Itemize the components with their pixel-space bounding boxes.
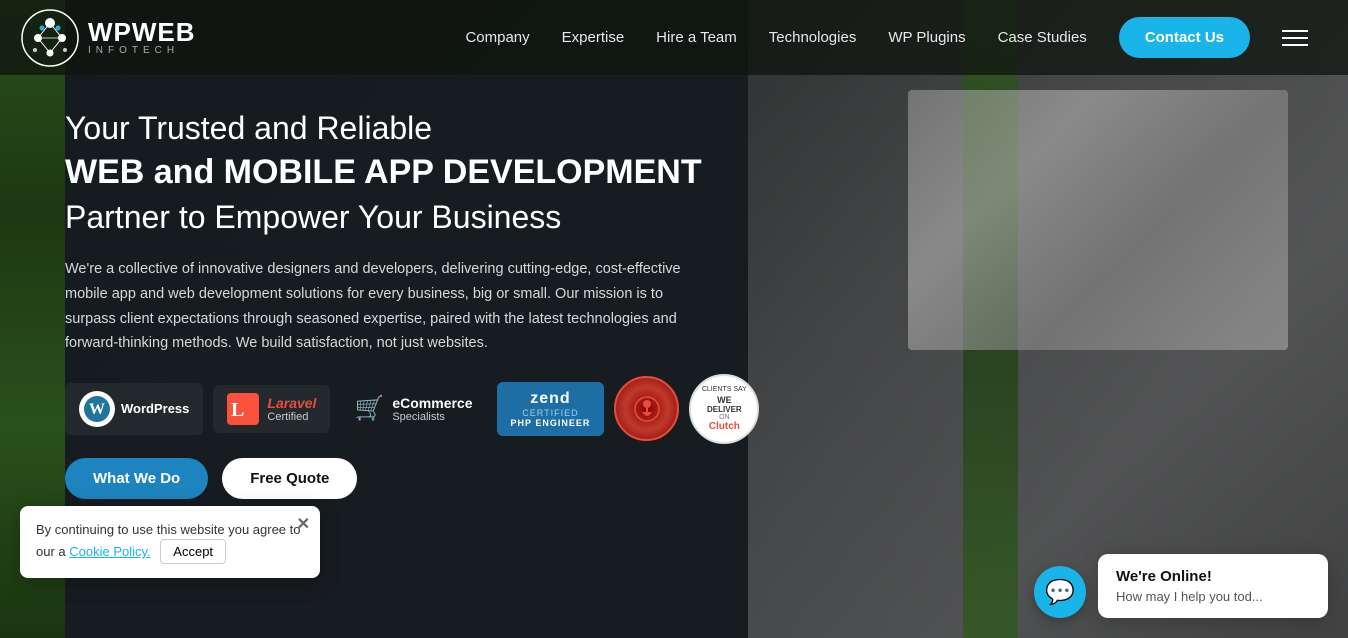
hero-title: Your Trusted and Reliable WEB and MOBILE… [65, 107, 745, 239]
hero-title-line3: Partner to Empower Your Business [65, 199, 561, 235]
hero-description: We're a collective of innovative designe… [65, 257, 685, 356]
nav-hire-team[interactable]: Hire a Team [656, 29, 737, 46]
chat-bubble-button[interactable]: 💬 [1034, 566, 1086, 618]
hamburger-line-1 [1282, 30, 1308, 32]
laravel-icon: L [227, 393, 259, 425]
cookie-policy-link[interactable]: Cookie Policy. [69, 544, 150, 559]
cookie-banner: ✕ By continuing to use this website you … [20, 506, 320, 579]
cta-row: What We Do Free Quote [0, 444, 1348, 499]
ecommerce-text: eCommerce Specialists [392, 395, 472, 423]
logo-icon [20, 8, 80, 68]
ecommerce-sub: Specialists [392, 411, 472, 423]
hamburger-line-3 [1282, 44, 1308, 46]
badges-row: W WordPress L Laravel Certified 🛒 eComme… [0, 356, 1348, 444]
nav-wp-plugins[interactable]: WP Plugins [888, 29, 965, 46]
clutch-we: WE [717, 395, 732, 405]
cookie-accept-button[interactable]: Accept [160, 539, 226, 564]
clutch-name: Clutch [709, 421, 740, 432]
clutch-badge[interactable]: CLIENTS SAY WE DELIVER ON Clutch [689, 374, 759, 444]
chat-title: We're Online! [1116, 568, 1310, 585]
cookie-close-button[interactable]: ✕ [297, 514, 310, 534]
laravel-text: Laravel Certified [267, 395, 316, 423]
logo-sub-text: INFOTECH [88, 45, 196, 57]
logo-main-text: WPWEB [88, 19, 196, 45]
what-we-do-button[interactable]: What We Do [65, 458, 208, 499]
chat-subtitle: How may I help you tod... [1116, 589, 1310, 604]
wordpress-label: WordPress [121, 401, 189, 416]
wordpress-badge[interactable]: W WordPress [65, 383, 203, 435]
ecommerce-label: eCommerce [392, 395, 472, 411]
wordpress-icon: W [79, 391, 115, 427]
zend-content: zend CERTIFIED PHP ENGINEER [511, 390, 591, 428]
nav-technologies[interactable]: Technologies [769, 29, 857, 46]
svg-text:W: W [89, 401, 105, 418]
nav-case-studies[interactable]: Case Studies [998, 29, 1087, 46]
logo-area[interactable]: WPWEB INFOTECH [20, 8, 196, 68]
chat-widget[interactable]: We're Online! How may I help you tod... [1098, 554, 1328, 618]
cart-icon: 🛒 [354, 394, 384, 423]
hero-content: Your Trusted and Reliable WEB and MOBILE… [0, 75, 1348, 356]
svg-text:L: L [231, 399, 244, 421]
chat-bubble-icon: 💬 [1045, 578, 1075, 607]
zend-badge[interactable]: zend CERTIFIED PHP ENGINEER [497, 382, 605, 436]
contact-us-button[interactable]: Contact Us [1119, 17, 1250, 58]
zend-engineer-label: PHP ENGINEER [511, 418, 591, 428]
award-badge[interactable] [614, 376, 679, 441]
zend-certified-label: CERTIFIED [511, 408, 591, 418]
clutch-deliver: DELIVER [707, 405, 742, 414]
nav-company[interactable]: Company [465, 29, 529, 46]
laravel-certified: Certified [267, 411, 316, 423]
award-icon [632, 394, 662, 424]
hamburger-line-2 [1282, 37, 1308, 39]
nav-links: Company Expertise Hire a Team Technologi… [465, 17, 1308, 58]
ecommerce-badge[interactable]: 🛒 eCommerce Specialists [340, 386, 486, 431]
hamburger-menu[interactable] [1282, 30, 1308, 46]
hero-title-line2: WEB and MOBILE APP DEVELOPMENT [65, 153, 702, 191]
clutch-on: ON [719, 414, 730, 421]
logo-text: WPWEB INFOTECH [88, 19, 196, 57]
free-quote-button[interactable]: Free Quote [222, 458, 357, 499]
laravel-badge[interactable]: L Laravel Certified [213, 385, 330, 433]
nav-expertise[interactable]: Expertise [562, 29, 625, 46]
navbar: WPWEB INFOTECH Company Expertise Hire a … [0, 0, 1348, 75]
clutch-clients-say: CLIENTS SAY [702, 386, 747, 394]
hero-title-line1: Your Trusted and Reliable [65, 110, 432, 146]
laravel-name: Laravel [267, 395, 316, 411]
zend-name: zend [511, 390, 591, 408]
